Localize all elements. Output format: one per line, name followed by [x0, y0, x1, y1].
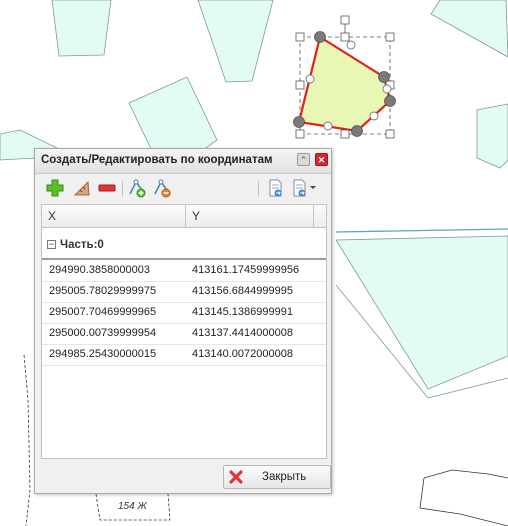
- vertex-handle[interactable]: [378, 71, 390, 83]
- cell-y[interactable]: 413140.0072000008: [192, 344, 293, 365]
- vertex-handle[interactable]: [384, 95, 396, 107]
- map-contour: [423, 469, 508, 479]
- table-row[interactable]: 295005.78029999975 413156.6844999995: [42, 281, 326, 303]
- close-button[interactable]: Закрыть: [223, 465, 331, 489]
- export-file-icon[interactable]: [291, 178, 316, 198]
- cell-x[interactable]: 294990.3858000003: [49, 260, 150, 281]
- toolbar-separator: [258, 181, 259, 196]
- map-parcel: [430, 0, 508, 58]
- map-contour: [419, 477, 508, 526]
- midpoint-handle[interactable]: [346, 40, 356, 50]
- delete-vertex-icon[interactable]: [152, 178, 172, 198]
- group-label: Часть:0: [60, 239, 104, 251]
- midpoint-handle[interactable]: [323, 121, 333, 131]
- map-parcel: [476, 103, 508, 169]
- cell-y[interactable]: 413137.4414000008: [192, 323, 293, 344]
- coordinates-editor-panel: Создать/Редактировать по координатам ⌃ ✕: [34, 148, 332, 494]
- close-icon[interactable]: ✕: [315, 153, 328, 166]
- midpoint-handle[interactable]: [369, 111, 379, 121]
- resize-handle[interactable]: [295, 129, 305, 139]
- add-icon[interactable]: [45, 178, 65, 198]
- resize-handle[interactable]: [340, 32, 350, 42]
- resize-handle[interactable]: [295, 32, 305, 42]
- coordinates-grid: X Y − Часть:0 294990.3858000003 413161.1…: [41, 204, 327, 459]
- cell-y[interactable]: 413156.6844999995: [192, 281, 293, 302]
- cell-x[interactable]: 295000.00739999954: [49, 323, 156, 344]
- map-parcel: [197, 0, 274, 83]
- toolbar-separator: [122, 181, 123, 196]
- table-row[interactable]: 294985.25430000015 413140.0072000008: [42, 344, 326, 366]
- vertex-handle[interactable]: [293, 116, 305, 128]
- collapse-group-icon[interactable]: −: [47, 240, 56, 249]
- group-row[interactable]: − Часть:0: [42, 234, 326, 260]
- map-boundary-line: [335, 228, 508, 233]
- close-button-label: Закрыть: [262, 471, 307, 483]
- table-row[interactable]: 295000.00739999954 413137.4414000008: [42, 323, 326, 345]
- cell-y[interactable]: 413161.17459999956: [192, 260, 299, 281]
- add-vertex-icon[interactable]: [127, 178, 147, 198]
- column-header-x[interactable]: X: [42, 205, 186, 227]
- map-parcel: [51, 0, 112, 57]
- resize-handle[interactable]: [340, 129, 350, 139]
- resize-handle[interactable]: [385, 32, 395, 42]
- resize-handle[interactable]: [385, 129, 395, 139]
- collapse-icon[interactable]: ⌃: [297, 153, 310, 166]
- map-parcel: [335, 235, 508, 390]
- grid-header: X Y: [42, 205, 326, 228]
- rotate-handle[interactable]: [340, 15, 350, 25]
- vertex-handle[interactable]: [351, 125, 363, 137]
- panel-titlebar[interactable]: Создать/Редактировать по координатам ⌃ ✕: [35, 149, 331, 174]
- cell-x[interactable]: 294985.25430000015: [49, 344, 156, 365]
- panel-title: Создать/Редактировать по координатам: [41, 154, 273, 166]
- midpoint-handle[interactable]: [382, 84, 392, 94]
- table-row[interactable]: 294990.3858000003 413161.17459999956: [42, 260, 326, 282]
- cell-x[interactable]: 295005.78029999975: [49, 281, 156, 302]
- vertex-handle[interactable]: [314, 31, 326, 43]
- cell-x[interactable]: 295007.70469999965: [49, 302, 156, 323]
- column-header-y[interactable]: Y: [186, 205, 314, 227]
- panel-toolbar: [35, 175, 331, 201]
- import-file-icon[interactable]: [265, 178, 285, 198]
- edit-ruler-icon[interactable]: [72, 178, 92, 198]
- cell-y[interactable]: 413145.1386999991: [192, 302, 293, 323]
- remove-icon[interactable]: [97, 178, 117, 198]
- table-row[interactable]: 295007.70469999965 413145.1386999991: [42, 302, 326, 324]
- resize-handle[interactable]: [295, 80, 305, 90]
- midpoint-handle[interactable]: [305, 74, 315, 84]
- close-icon: [229, 470, 243, 484]
- map-contour: [23, 354, 31, 526]
- map-parcel-label: 154 Ж: [118, 501, 147, 512]
